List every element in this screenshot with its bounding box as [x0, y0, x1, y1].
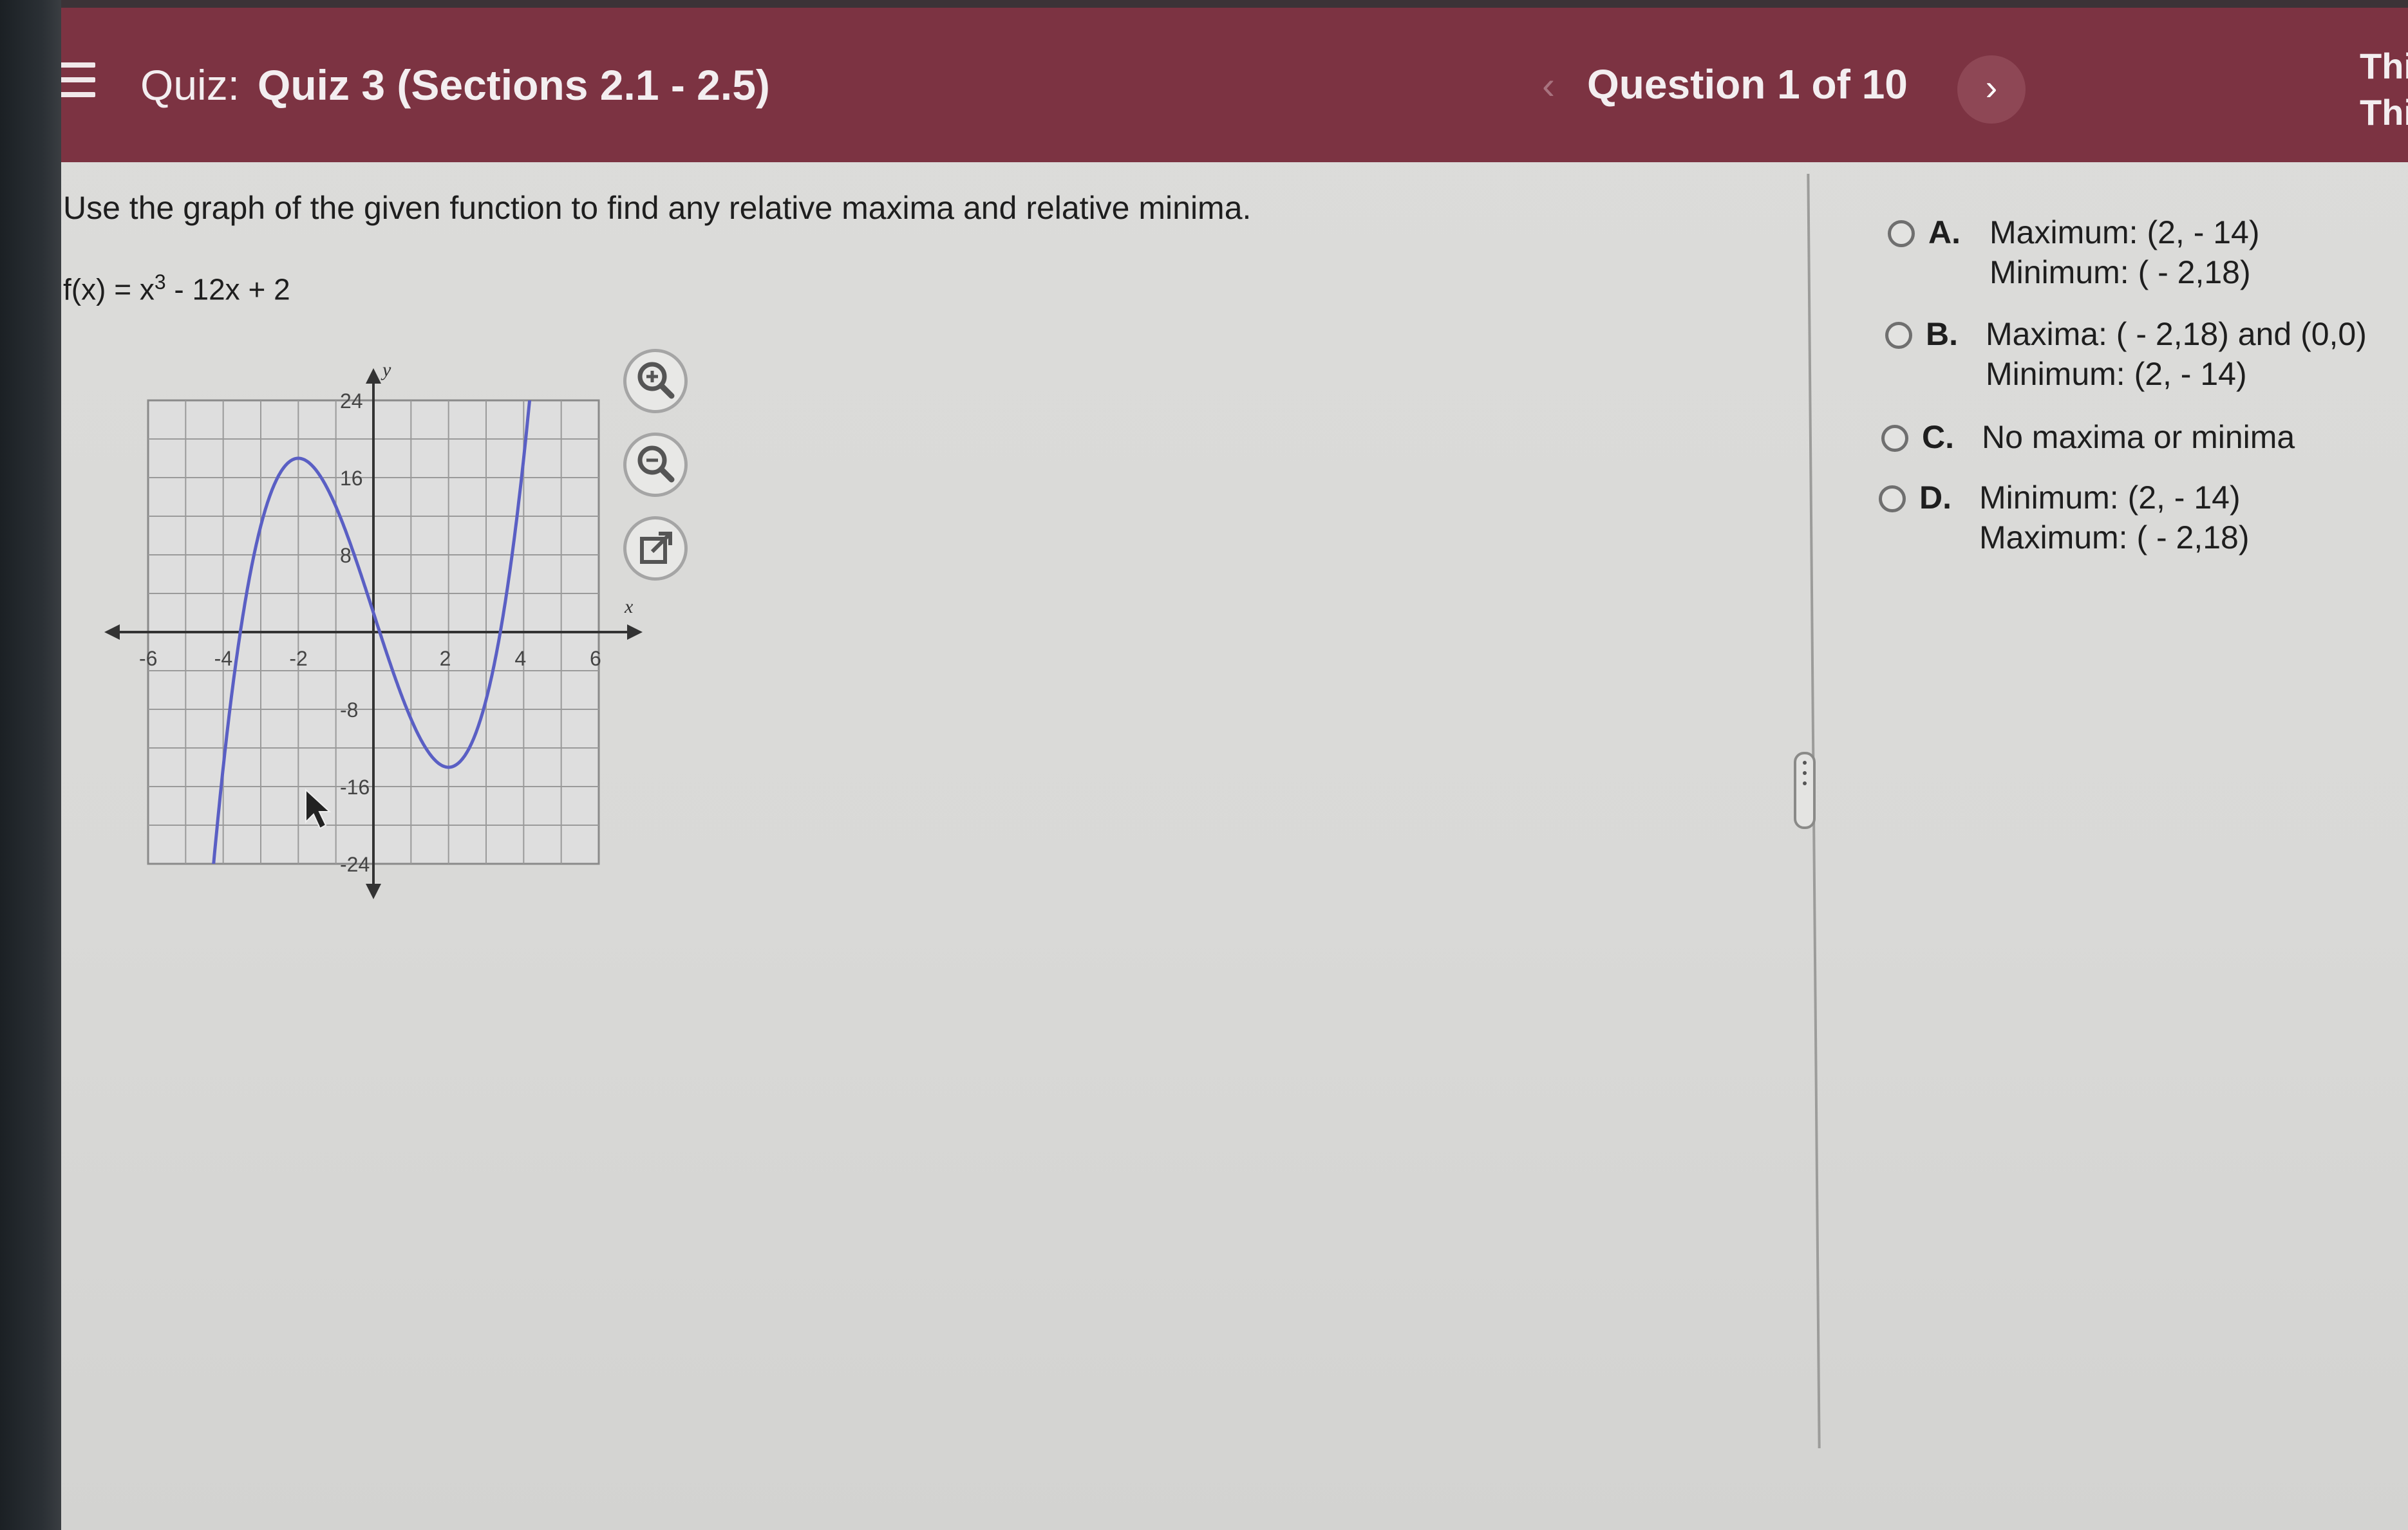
popout-icon	[640, 532, 672, 564]
x-axis-arrow-right	[627, 624, 643, 640]
option-a-letter: A.	[1928, 214, 1961, 250]
option-a-line-1: Maximum: (2, - 14)	[1989, 214, 2260, 250]
question-counter: Question 1 of 10	[1587, 61, 1908, 107]
function-rest: - 12x + 2	[165, 272, 290, 306]
zoom-out-button[interactable]	[623, 433, 688, 497]
option-c-radio[interactable]	[1881, 425, 1908, 452]
y-tick-label: -16	[340, 776, 370, 799]
y-tick-label: 24	[340, 389, 363, 413]
option-c-letter: C.	[1922, 419, 1954, 455]
option-c-line-1: No maxima or minima	[1982, 419, 2295, 455]
option-d-line-1: Minimum: (2, - 14)	[1979, 480, 2241, 516]
y-tick-label: -8	[340, 698, 358, 722]
option-a-radio[interactable]	[1888, 220, 1915, 247]
previous-question-button[interactable]: ‹	[1526, 63, 1571, 108]
screen-bezel-left	[0, 0, 61, 1530]
option-b-line-2: Minimum: (2, - 14)	[1986, 356, 2247, 392]
x-tick-label: -4	[214, 647, 232, 670]
option-d-letter: D.	[1919, 480, 1952, 516]
y-tick-label: 8	[340, 544, 352, 567]
x-axis-arrow-left	[104, 624, 120, 640]
option-d-radio[interactable]	[1879, 485, 1906, 512]
zoom-out-icon	[637, 445, 675, 483]
question-prompt: Use the graph of the given function to f…	[63, 190, 1252, 226]
quiz-title: Quiz 3 (Sections 2.1 - 2.5)	[258, 61, 770, 109]
function-graph: xy-6 -4 -2 2 4 624168-8-16-24	[104, 359, 643, 899]
popout-button[interactable]	[623, 516, 688, 581]
y-tick-label: 16	[340, 467, 363, 490]
function-definition: f(x) = x3 - 12x + 2	[63, 270, 290, 306]
header-right-text: Thi Thi	[2360, 43, 2408, 136]
quiz-prefix-label: Quiz:	[140, 61, 240, 109]
y-axis-arrow-down	[366, 884, 381, 899]
option-b-radio[interactable]	[1885, 322, 1912, 349]
function-exponent: 3	[154, 270, 166, 294]
x-tick-label: 2	[440, 647, 451, 670]
header-right-line-2: Thi	[2360, 92, 2408, 133]
option-b-letter: B.	[1926, 316, 1958, 352]
y-axis-arrow-up	[366, 368, 381, 384]
x-tick-label: -6	[139, 647, 157, 670]
option-d-line-2: Maximum: ( - 2,18)	[1979, 519, 2250, 555]
quiz-header: Quiz: Quiz 3 (Sections 2.1 - 2.5) ‹ Ques…	[26, 8, 2408, 162]
x-tick-label: 4	[514, 647, 526, 670]
x-tick-label: -2	[289, 647, 307, 670]
function-label: f(x) = x	[63, 272, 155, 306]
zoom-in-button[interactable]	[623, 349, 688, 413]
y-tick-label: -24	[340, 853, 370, 876]
option-a-line-2: Minimum: ( - 2,18)	[1989, 254, 2251, 290]
zoom-in-icon	[637, 362, 675, 399]
quiz-screen: Quiz: Quiz 3 (Sections 2.1 - 2.5) ‹ Ques…	[26, 8, 2408, 1530]
menu-icon[interactable]	[57, 62, 95, 98]
y-axis-label: y	[381, 359, 391, 380]
x-tick-label: 6	[590, 647, 601, 670]
option-b-line-1: Maxima: ( - 2,18) and (0,0)	[1986, 316, 2367, 352]
next-question-button[interactable]: ›	[1957, 55, 2026, 124]
x-axis-label: x	[624, 596, 634, 617]
header-right-line-1: Thi	[2360, 46, 2408, 86]
pane-resize-handle[interactable]	[1794, 752, 1816, 829]
